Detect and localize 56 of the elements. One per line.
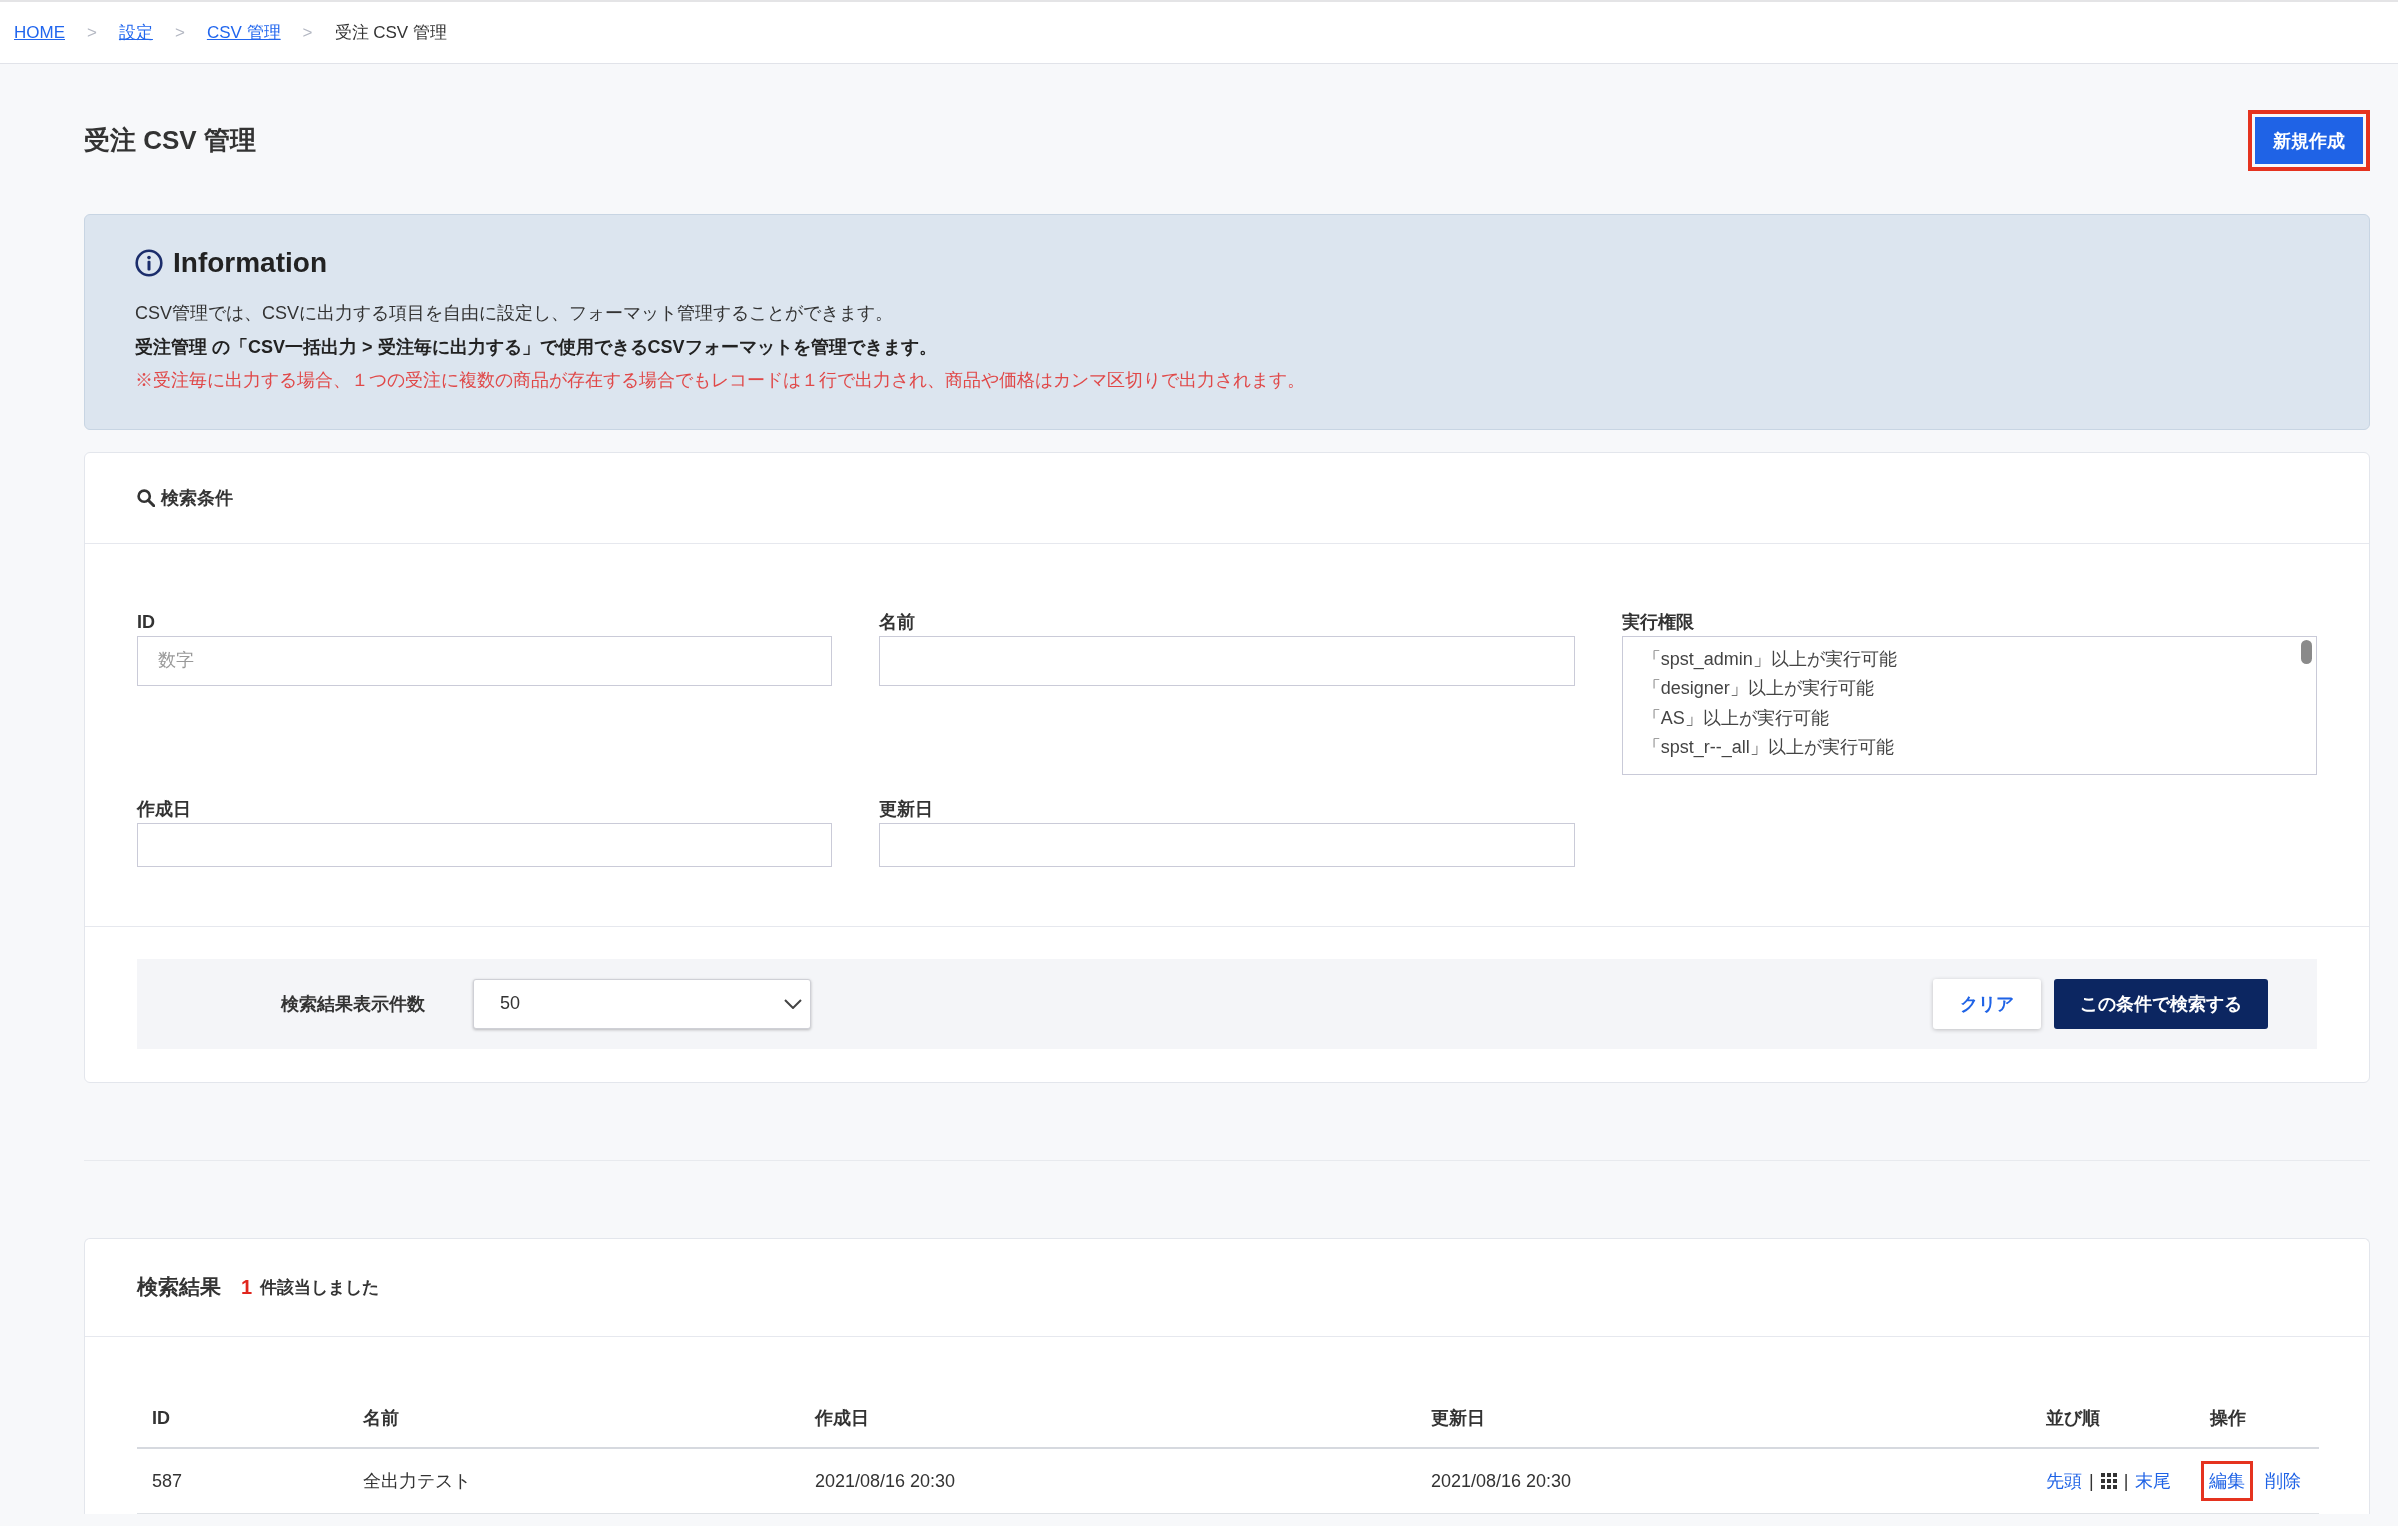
table-cell: 2021/08/16 20:30 <box>800 1447 1416 1513</box>
page-title: 受注 CSV 管理 <box>84 124 256 157</box>
listbox-option[interactable]: 「AS」以上が実行可能 <box>1642 703 2296 733</box>
card-title: 検索条件 <box>161 486 233 510</box>
column-header: 並び順 <box>2031 1388 2195 1448</box>
page-size-select[interactable]: 50 <box>473 978 811 1029</box>
scrollbar-thumb[interactable] <box>2301 639 2312 664</box>
new-button[interactable]: 新規作成 <box>2248 110 2370 171</box>
input-field[interactable] <box>879 822 1575 867</box>
breadcrumb-current: 受注 CSV 管理 <box>334 22 447 44</box>
column-header: 更新日 <box>1416 1388 2031 1448</box>
table-cell: 全出力テスト <box>348 1447 800 1513</box>
field-label: 更新日 <box>879 797 935 820</box>
breadcrumb-link[interactable]: CSV 管理 <box>206 21 281 44</box>
table-cell: 2021/08/16 20:30 <box>1416 1447 2031 1513</box>
link-separator: | <box>2123 1469 2129 1492</box>
listbox[interactable]: 「spst_admin」以上が実行可能 「designer」以上が実行可能 「AS」以上が実行可能 「spst_r--_all」以上が実行可能 <box>1621 635 2317 775</box>
info-text: 受注管理 の「CSV一括出力 > 受注毎に出力する」で使用できるCSVフォーマットを管理できます。 <box>135 335 938 359</box>
search-icon <box>137 488 155 507</box>
result-count: 1 <box>241 1275 253 1299</box>
column-header: ID <box>137 1388 348 1448</box>
table-cell: 587 <box>137 1447 348 1513</box>
column-header: 作成日 <box>800 1388 1416 1448</box>
column-header: 名前 <box>348 1388 800 1448</box>
field-label: 名前 <box>879 610 917 633</box>
order-link[interactable]: 末尾 <box>2135 1469 2172 1492</box>
column-header: 操作 <box>2195 1388 2319 1448</box>
listbox-option[interactable]: 「spst_admin」以上が実行可能 <box>1642 644 2296 674</box>
info-title: Information <box>173 246 327 280</box>
page-size-label: 検索結果表示件数 <box>281 992 425 1016</box>
breadcrumb-separator: > <box>174 22 185 43</box>
order-link[interactable]: 先頭 <box>2046 1469 2082 1492</box>
breadcrumb-link[interactable]: HOME <box>14 22 65 43</box>
input-field[interactable] <box>879 635 1575 686</box>
chevron-down-icon <box>784 998 802 1009</box>
field-label: 作成日 <box>137 797 192 820</box>
clear-button[interactable]: クリア <box>1933 978 2041 1029</box>
results-title: 検索結果 <box>137 1274 221 1300</box>
search-button[interactable]: この条件で検索する <box>2054 978 2268 1029</box>
listbox-option[interactable]: 「spst_r--_all」以上が実行可能 <box>1642 733 2296 763</box>
warning-text: ※受注毎に出力する場合、１つの受注に複数の商品が存在する場合でもレコードは１行で出力され、商品や価格はカンマ区切りで出力されます。 <box>135 369 1306 392</box>
grid-handle-icon[interactable] <box>2100 1472 2117 1489</box>
action-link[interactable]: 削除 <box>2257 1460 2309 1501</box>
action-link[interactable]: 編集 <box>2201 1460 2253 1501</box>
listbox-option[interactable]: 「designer」以上が実行可能 <box>1642 674 2296 704</box>
breadcrumb-link[interactable]: 設定 <box>118 21 153 44</box>
breadcrumb-separator: > <box>87 22 97 43</box>
breadcrumb-separator: > <box>302 22 313 43</box>
field-label: ID <box>137 610 156 633</box>
input-field[interactable]: 数字 <box>137 635 833 686</box>
info-icon <box>135 249 163 277</box>
field-label: 実行権限 <box>1621 610 1695 633</box>
info-text: CSV管理では、CSVに出力する項目を自由に設定し、フォーマット管理することができます。 <box>135 302 895 325</box>
input-field[interactable] <box>137 822 833 867</box>
link-separator: | <box>2089 1469 2094 1492</box>
result-count-text: 件該当しました <box>260 1276 380 1299</box>
